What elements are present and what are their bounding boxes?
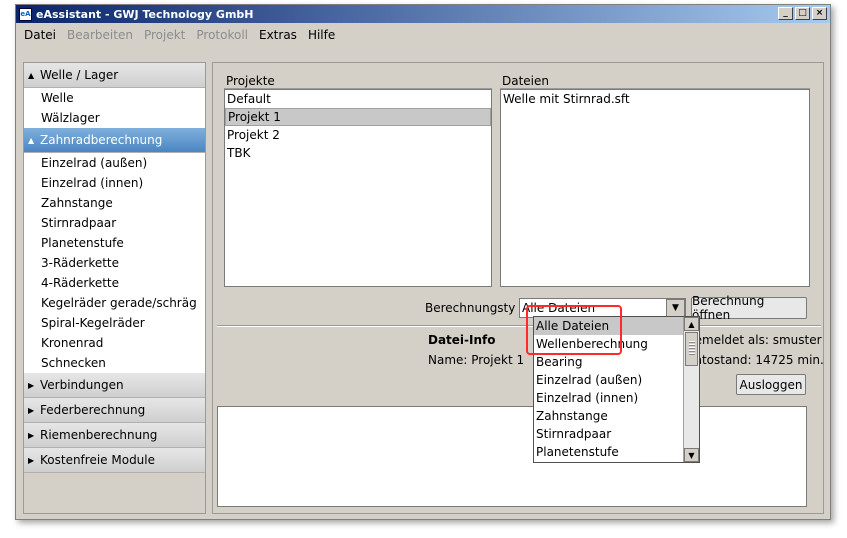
scroll-up-icon[interactable]: ▲	[684, 317, 699, 331]
separator	[217, 325, 821, 327]
nav-item-kronenrad[interactable]: Kronenrad	[24, 333, 205, 353]
projects-list[interactable]: Default Projekt 1 Projekt 2 TBK	[224, 89, 492, 287]
file-info-name: Name: Projekt 1	[428, 353, 525, 367]
section-items: Einzelrad (außen) Einzelrad (innen) Zahn…	[24, 153, 205, 373]
calc-type-select[interactable]: Alle Dateien	[519, 298, 686, 318]
logged-in-as: gemeldet als: smuster	[687, 333, 822, 347]
calc-type-label: Berechnungsty	[425, 301, 516, 315]
open-calculation-button[interactable]: Berechnung öffnen	[691, 294, 807, 322]
collapsed-arrow-icon: ▶	[28, 430, 35, 440]
section-label: Riemenberechnung	[40, 428, 158, 442]
nav-item-schnecken[interactable]: Schnecken	[24, 353, 205, 373]
window-title: eAssistant - GWJ Technology GmbH	[36, 7, 254, 21]
expanded-arrow-icon: ▲	[28, 70, 35, 80]
calc-type-value: Alle Dateien	[522, 301, 596, 315]
output-area	[217, 406, 807, 507]
maximize-button[interactable]: □	[795, 7, 810, 20]
section-riemenberechnung[interactable]: ▶ Riemenberechnung	[24, 423, 205, 448]
option-planetenstufe[interactable]: Planetenstufe	[534, 443, 683, 461]
nav-item-einzelrad-innen[interactable]: Einzelrad (innen)	[24, 173, 205, 193]
project-item-selected[interactable]: Projekt 1	[225, 108, 491, 126]
calc-type-dropdown[interactable]: Alle Dateien Wellenberechnung Bearing Ei…	[533, 316, 700, 463]
option-stirnradpaar[interactable]: Stirnradpaar	[534, 425, 683, 443]
menu-datei[interactable]: Datei	[24, 28, 56, 42]
section-zahnradberechnung[interactable]: ▲ Zahnradberechnung	[24, 128, 205, 153]
nav-item-spiral-kegelraeder[interactable]: Spiral-Kegelräder	[24, 313, 205, 333]
file-info-heading: Datei-Info	[428, 333, 496, 347]
nav-item-kegelraeder[interactable]: Kegelräder gerade/schräg	[24, 293, 205, 313]
nav-item-planetenstufe[interactable]: Planetenstufe	[24, 233, 205, 253]
scroll-down-icon[interactable]: ▼	[684, 448, 699, 462]
project-item[interactable]: Default	[225, 90, 491, 108]
expanded-arrow-icon: ▲	[28, 135, 35, 145]
dropdown-options: Alle Dateien Wellenberechnung Bearing Ei…	[534, 317, 683, 461]
project-item[interactable]: Projekt 2	[225, 126, 491, 144]
menu-projekt[interactable]: Projekt	[144, 28, 185, 42]
project-panel: Projekte Default Projekt 1 Projekt 2 TBK…	[212, 62, 824, 514]
section-label: Kostenfreie Module	[40, 453, 156, 467]
section-label: Verbindungen	[40, 378, 124, 392]
logout-button[interactable]: Ausloggen	[736, 374, 806, 395]
close-button[interactable]: ×	[812, 7, 827, 20]
collapsed-arrow-icon: ▶	[28, 405, 35, 415]
menu-extras[interactable]: Extras	[259, 28, 297, 42]
nav-item-welle[interactable]: Welle	[24, 88, 205, 108]
nav-item-waelzlager[interactable]: Wälzlager	[24, 108, 205, 128]
nav-item-einzelrad-aussen[interactable]: Einzelrad (außen)	[24, 153, 205, 173]
chevron-down-icon[interactable]: ▼	[666, 299, 685, 317]
menu-protokoll[interactable]: Protokoll	[196, 28, 248, 42]
app-icon: eA	[19, 7, 32, 21]
section-verbindungen[interactable]: ▶ Verbindungen	[24, 373, 205, 398]
nav-item-3-raederkette[interactable]: 3-Räderkette	[24, 253, 205, 273]
file-item[interactable]: Welle mit Stirnrad.sft	[501, 90, 809, 108]
option-bearing[interactable]: Bearing	[534, 353, 683, 371]
section-label: Zahnradberechnung	[40, 133, 163, 147]
section-kostenfreie-module[interactable]: ▶ Kostenfreie Module	[24, 448, 205, 473]
section-federberechnung[interactable]: ▶ Federberechnung	[24, 398, 205, 423]
option-alle-dateien[interactable]: Alle Dateien	[534, 317, 683, 335]
option-einzelrad-innen[interactable]: Einzelrad (innen)	[534, 389, 683, 407]
option-zahnstange[interactable]: Zahnstange	[534, 407, 683, 425]
option-wellenberechnung[interactable]: Wellenberechnung	[534, 335, 683, 353]
menu-bearbeiten[interactable]: Bearbeiten	[67, 28, 133, 42]
files-list[interactable]: Welle mit Stirnrad.sft	[500, 89, 810, 287]
menu-hilfe[interactable]: Hilfe	[308, 28, 335, 42]
nav-item-4-raederkette[interactable]: 4-Räderkette	[24, 273, 205, 293]
section-label: Welle / Lager	[40, 68, 119, 82]
projects-header: Projekte	[224, 73, 492, 89]
section-label: Federberechnung	[40, 403, 146, 417]
account-balance: ontostand: 14725 min.	[687, 353, 824, 367]
scroll-thumb[interactable]	[685, 332, 698, 366]
nav-item-zahnstange[interactable]: Zahnstange	[24, 193, 205, 213]
window-controls: _ □ ×	[778, 7, 827, 20]
minimize-button[interactable]: _	[778, 7, 793, 20]
nav-item-stirnradpaar[interactable]: Stirnradpaar	[24, 213, 205, 233]
option-einzelrad-aussen[interactable]: Einzelrad (außen)	[534, 371, 683, 389]
menu-bar: Datei Bearbeiten Projekt Protokoll Extra…	[16, 24, 830, 46]
section-welle-lager[interactable]: ▲ Welle / Lager	[24, 63, 205, 88]
section-items: Welle Wälzlager	[24, 88, 205, 128]
module-navigator: ▲ Welle / Lager Welle Wälzlager ▲ Zahnra…	[23, 62, 206, 514]
project-item[interactable]: TBK	[225, 144, 491, 162]
title-bar[interactable]: eA eAssistant - GWJ Technology GmbH _ □ …	[16, 5, 830, 23]
app-window: eA eAssistant - GWJ Technology GmbH _ □ …	[15, 4, 831, 520]
dropdown-scrollbar[interactable]: ▲ ▼	[683, 317, 699, 462]
files-header: Dateien	[500, 73, 810, 89]
collapsed-arrow-icon: ▶	[28, 455, 35, 465]
collapsed-arrow-icon: ▶	[28, 380, 35, 390]
